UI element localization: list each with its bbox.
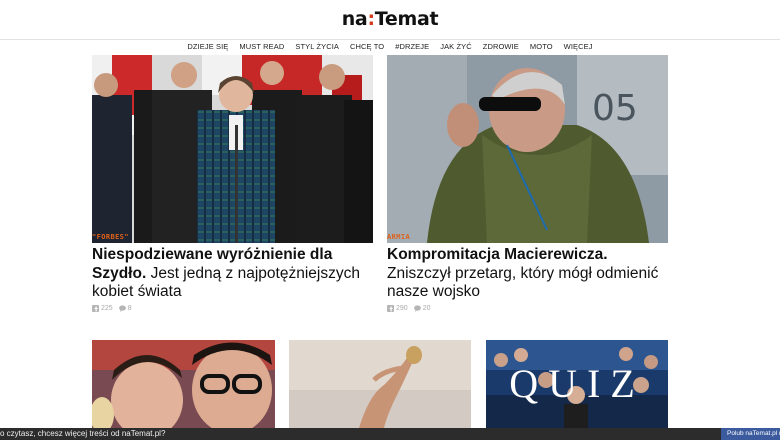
quiz-tile[interactable]: QUIZ: [486, 340, 668, 428]
article-image-3[interactable]: [92, 340, 275, 428]
logo-text-temat: Temat: [374, 8, 439, 30]
article-title-1[interactable]: Niespodziewane wyróżnienie dla Szydło. J…: [92, 246, 373, 302]
article-comments-count-2: 20: [422, 305, 431, 312]
photo-macierewicz: 05: [387, 55, 668, 243]
nav-item-wiecej[interactable]: WIĘCEJ: [564, 40, 593, 54]
nav-item-dzieje-sie[interactable]: DZIEJE SIĘ: [187, 40, 228, 54]
facebook-like-icon: [92, 305, 99, 312]
article-title-2-rest: Zniszczył przetarg, który mógł odmienić …: [387, 264, 659, 301]
facebook-prompt-bar: o czytasz, chcesz więcej treści od naTem…: [0, 428, 780, 440]
photo-pose: [289, 340, 471, 428]
article-comments-1: 8: [118, 305, 132, 312]
article-title-2-bold: Kompromitacja Macierewicza.: [387, 246, 608, 263]
article-likes-count-1: 225: [101, 305, 113, 312]
photo-politicians: [92, 55, 373, 243]
nav-item-must-read[interactable]: MUST READ: [239, 40, 284, 54]
article-category-2[interactable]: ARMIA: [387, 233, 410, 241]
article-comments-2: 20: [413, 305, 431, 312]
comment-bubble-icon: [118, 305, 126, 312]
facebook-prompt-text: o czytasz, chcesz więcej treści od naTem…: [0, 429, 166, 438]
article-likes-2: 290: [387, 305, 408, 312]
article-stats-2: 290 20: [387, 305, 430, 312]
article-likes-1: 225: [92, 305, 113, 312]
article-likes-count-2: 290: [396, 305, 408, 312]
logo-colon: :: [367, 8, 375, 30]
logo-text-na: na: [341, 8, 368, 30]
facebook-like-page-button[interactable]: Polub naTemat.pl na: [721, 428, 780, 440]
svg-text:05: 05: [592, 88, 638, 129]
facebook-like-icon: [387, 305, 394, 312]
photo-selfie: [92, 340, 275, 428]
article-image-4[interactable]: [289, 340, 471, 428]
main-nav: DZIEJE SIĘ MUST READ STYL ŻYCIA CHCĘ TO …: [0, 40, 780, 54]
comment-bubble-icon: [413, 305, 421, 312]
nav-item-drzeje[interactable]: #DRZEJE: [395, 40, 429, 54]
nav-item-jak-zyc[interactable]: JAK ŻYĆ: [440, 40, 472, 54]
article-category-1[interactable]: "FORBES": [92, 233, 129, 241]
quiz-label: QUIZ: [509, 361, 645, 406]
article-comments-count-1: 8: [127, 305, 132, 312]
article-image-1[interactable]: [92, 55, 373, 243]
article-image-2[interactable]: 05: [387, 55, 668, 243]
site-header: na:Temat: [0, 0, 780, 40]
natemat-logo[interactable]: na:Temat: [0, 8, 780, 30]
nav-item-moto[interactable]: MOTO: [530, 40, 553, 54]
article-stats-1: 225 8: [92, 305, 132, 312]
nav-item-zdrowie[interactable]: ZDROWIE: [483, 40, 519, 54]
nav-item-chce-to[interactable]: CHCĘ TO: [350, 40, 384, 54]
article-title-2[interactable]: Kompromitacja Macierewicza. Zniszczył pr…: [387, 246, 668, 302]
nav-item-styl-zycia[interactable]: STYL ŻYCIA: [295, 40, 339, 54]
